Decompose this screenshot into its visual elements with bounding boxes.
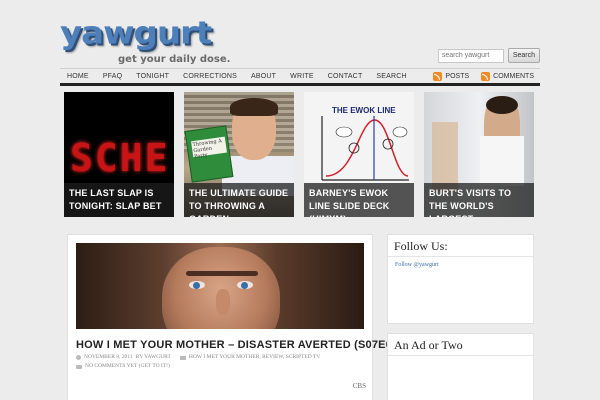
site-logo[interactable]: yawgurt xyxy=(60,16,212,54)
nav-item-search[interactable]: Search xyxy=(369,73,413,80)
search-input[interactable] xyxy=(437,48,504,63)
follow-widget-title: Follow Us: xyxy=(388,235,533,257)
clock-icon xyxy=(76,355,81,360)
nav-item-about[interactable]: About xyxy=(244,73,283,80)
folder-icon xyxy=(179,355,186,360)
slide-caption[interactable]: Burt's Visits to the World's Largest xyxy=(424,183,534,217)
ad-widget: An Ad or Two xyxy=(387,333,534,400)
slide-image-background-figure xyxy=(432,122,458,192)
post-image-eye xyxy=(189,281,205,289)
posts-feed-link[interactable]: Posts xyxy=(427,71,475,81)
post-title[interactable]: How I Met Your Mother – Disaster Averted… xyxy=(76,339,402,351)
follow-widget-body: Follow @yawgurt xyxy=(388,257,533,273)
slide-image-hair xyxy=(486,96,518,114)
nav-item-corrections[interactable]: Corrections xyxy=(176,73,244,80)
slide-image-shirt xyxy=(480,136,524,186)
rss-icon xyxy=(433,71,443,81)
nav-item-contact[interactable]: Contact xyxy=(321,73,370,80)
logo-text[interactable]: yawgurt xyxy=(60,16,212,51)
post-categories[interactable]: How I Met Your Mother, Review, Scripted … xyxy=(189,353,320,362)
post-image-face xyxy=(162,247,280,329)
nav-item-write[interactable]: Write xyxy=(283,73,321,80)
comment-icon xyxy=(76,364,82,369)
follow-widget: Follow Us: Follow @yawgurt xyxy=(387,234,534,324)
main-nav: Home PFAQ Tonight Corrections About Writ… xyxy=(60,68,540,86)
post-thumbnail[interactable] xyxy=(76,243,364,329)
book-label: Throwing A Garden Party xyxy=(191,136,227,160)
twitter-follow-link[interactable]: Follow @yawgurt xyxy=(395,262,439,268)
ad-widget-title: An Ad or Two xyxy=(388,334,533,356)
featured-slide[interactable]: Burt's Visits to the World's Largest xyxy=(424,92,534,217)
search-button[interactable]: Search xyxy=(507,48,540,63)
featured-slider: SCHE The Last Slap is Tonight: Slap Bet … xyxy=(64,92,536,217)
post-image-nose xyxy=(216,289,230,315)
post-meta-line: November 8, 2011 by yawgurt How I Met Yo… xyxy=(76,353,366,362)
post-meta: November 8, 2011 by yawgurt How I Met Yo… xyxy=(76,353,366,371)
search-form: Search xyxy=(437,48,540,63)
nav-item-home[interactable]: Home xyxy=(60,73,96,80)
nav-item-pfaq[interactable]: PFAQ xyxy=(96,73,129,80)
comments-feed-label: Comments xyxy=(493,72,534,80)
slide-caption[interactable]: Barney's Ewok Line Slide Deck (HIMYM) xyxy=(304,183,414,217)
post-author[interactable]: by yawgurt xyxy=(136,353,171,362)
slide-caption[interactable]: The Ultimate Guide to Throwing a Garden xyxy=(184,183,294,217)
featured-slide[interactable]: SCHE The Last Slap is Tonight: Slap Bet xyxy=(64,92,174,217)
slide-caption[interactable]: The Last Slap is Tonight: Slap Bet xyxy=(64,183,174,217)
featured-slide[interactable]: THE EWOK LINE Barney's Ewok Line Slide D… xyxy=(304,92,414,217)
post-card: How I Met Your Mother – Disaster Averted… xyxy=(67,234,402,400)
ewok-line-graph-icon xyxy=(321,116,409,181)
posts-feed-label: Posts xyxy=(445,72,470,80)
post-date: November 8, 2011 xyxy=(84,354,133,360)
slide-image-hair xyxy=(230,98,278,116)
comments-feed-link[interactable]: Comments xyxy=(475,71,540,81)
feed-links: Posts Comments xyxy=(427,71,540,81)
post-image-eye xyxy=(237,281,253,289)
post-image-brows xyxy=(186,271,258,276)
post-meta-line: No comments yet (get to it!) xyxy=(76,362,366,371)
site-tagline: get your daily dose. xyxy=(118,54,231,65)
post-tag[interactable]: CBS xyxy=(353,382,366,390)
nav-item-tonight[interactable]: Tonight xyxy=(129,73,176,80)
post-comments-link[interactable]: No comments yet (get to it!) xyxy=(85,362,170,371)
slide-image-text: SCHE xyxy=(70,136,170,180)
rss-icon xyxy=(481,71,491,81)
featured-slide[interactable]: Throwing A Garden Party The Ultimate Gui… xyxy=(184,92,294,217)
slide-image-book: Throwing A Garden Party xyxy=(184,125,234,183)
